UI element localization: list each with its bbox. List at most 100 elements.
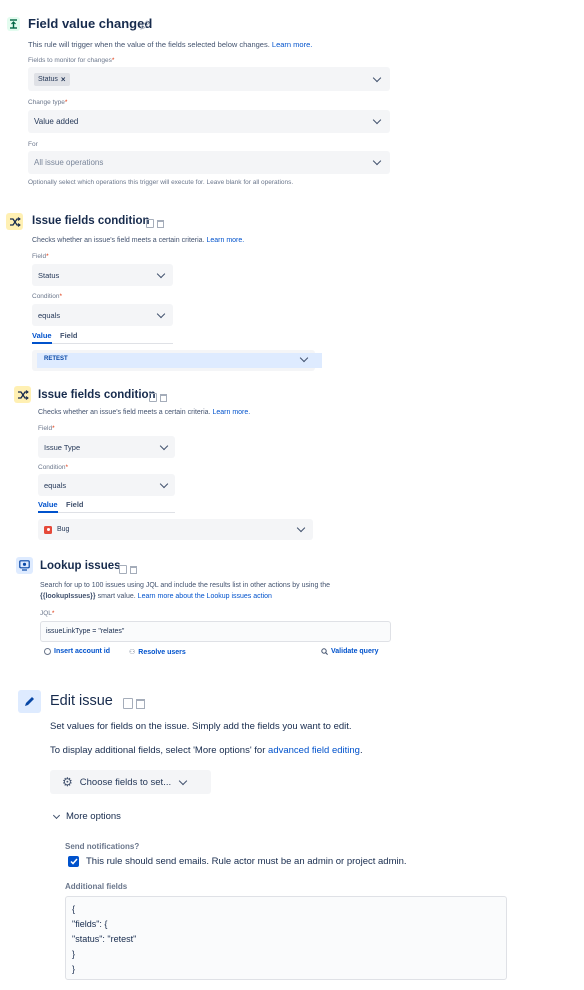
condition2-field-label: Field* (38, 425, 55, 432)
edit-action-icon (18, 690, 41, 713)
resolve-users-label: Resolve users (138, 648, 186, 656)
trash-icon[interactable] (130, 566, 137, 574)
insert-account-id-label: Insert account id (54, 648, 111, 655)
chevron-down-icon (178, 776, 188, 785)
validate-query-label: Validate query (331, 648, 379, 655)
condition1-condition-select[interactable]: equals (32, 304, 173, 326)
condition1-learn-more-link[interactable]: Learn more. (206, 237, 244, 244)
condition1-value-highlight (37, 353, 322, 368)
condition2-description-row: Checks whether an issue's field meets a … (38, 409, 250, 416)
condition2-description: Checks whether an issue's field meets a … (38, 409, 211, 416)
advanced-field-editing-link[interactable]: advanced field editing (268, 745, 360, 756)
search-icon (321, 648, 328, 655)
insert-account-id-button[interactable]: Insert account id (44, 648, 110, 655)
condition1-field-label: Field* (32, 253, 49, 260)
trash-icon[interactable] (160, 394, 167, 402)
more-options-toggle[interactable]: More options (52, 811, 121, 822)
copy-icon[interactable] (123, 698, 133, 709)
json-line: "status": "retest" (72, 934, 137, 944)
edit-description-2-suffix: . (359, 745, 363, 756)
condition-icon (14, 386, 31, 403)
status-chip-label: Status (38, 75, 58, 83)
additional-fields-label: Additional fields (65, 882, 128, 891)
condition2-title: Issue fields condition (38, 389, 156, 401)
fields-to-monitor-select[interactable]: Status × (28, 67, 390, 91)
condition1-condition-label: Condition* (32, 293, 62, 300)
choose-fields-label: Choose fields to set... (79, 776, 172, 788)
send-notifications-label: Send notifications? (65, 842, 140, 851)
resolve-users-button[interactable]: ⚇ Resolve users (129, 648, 186, 657)
condition2-condition-value: equals (44, 480, 67, 490)
copy-icon[interactable] (119, 565, 127, 574)
chevron-down-icon (159, 441, 169, 450)
condition1-description: Checks whether an issue's field meets a … (32, 237, 205, 244)
remove-chip-icon[interactable]: × (61, 75, 66, 84)
for-placeholder: All issue operations (34, 158, 104, 167)
lookup-description-line1: Search for up to 100 issues using JQL an… (40, 582, 331, 589)
gear-icon: ⚙ (62, 775, 73, 789)
trigger-title: Field value changed (28, 16, 153, 31)
copy-icon[interactable] (146, 219, 154, 228)
trigger-learn-more-link[interactable]: Learn more. (272, 40, 312, 49)
lookup-actions (116, 561, 137, 579)
condition2-field-select[interactable]: Issue Type (38, 436, 175, 458)
for-select[interactable]: All issue operations (28, 151, 390, 174)
tab-field[interactable]: Field (66, 500, 84, 509)
smart-value-token: {{lookupIssues}} (40, 593, 96, 600)
edit-actions (120, 696, 145, 714)
condition2-condition-label: Condition* (38, 464, 68, 471)
copy-icon[interactable] (149, 393, 157, 402)
additional-fields-textarea[interactable]: { "fields": { "status": "retest" } } (65, 896, 507, 980)
validate-query-button[interactable]: Validate query (321, 648, 378, 655)
jql-value: issueLinkType = "relates" (46, 628, 125, 635)
lookup-title: Lookup issues (40, 560, 121, 572)
trigger-icon (7, 17, 20, 31)
chevron-down-icon (156, 269, 166, 278)
condition2-learn-more-link[interactable]: Learn more. (212, 409, 250, 416)
change-type-label: Change type* (28, 99, 68, 106)
chevron-down-icon (296, 523, 306, 533)
tab-field[interactable]: Field (60, 331, 78, 340)
condition1-tabs: Value Field (32, 331, 173, 344)
lookup-description-tail: smart value. (97, 593, 136, 600)
trash-icon[interactable] (157, 220, 164, 228)
condition1-field-select[interactable]: Status (32, 264, 173, 286)
edit-pencil-icon[interactable] (140, 17, 150, 35)
trigger-description: This rule will trigger when the value of… (28, 40, 270, 49)
jql-input[interactable]: issueLinkType = "relates" (40, 621, 391, 642)
edit-description-1: Set values for fields on the issue. Simp… (50, 721, 352, 732)
json-line: { (72, 904, 76, 914)
condition1-condition-value: equals (38, 310, 61, 320)
condition1-title: Issue fields condition (32, 215, 150, 227)
chevron-down-icon (372, 73, 382, 82)
for-hint: Optionally select which operations this … (28, 179, 294, 186)
condition2-actions (146, 389, 167, 407)
condition1-value-select[interactable]: RETEST (32, 350, 322, 371)
jql-label: JQL* (40, 610, 55, 617)
condition-icon (6, 213, 23, 230)
lookup-icon (16, 557, 33, 574)
send-notifications-checkbox[interactable] (68, 856, 79, 867)
change-type-select[interactable]: Value added (28, 110, 390, 133)
condition2-field-value: Issue Type (44, 442, 81, 452)
chevron-down-icon (52, 811, 61, 819)
json-line: "fields": { (72, 919, 108, 929)
users-icon: ⚇ (129, 649, 136, 656)
choose-fields-button[interactable]: ⚙ Choose fields to set... (50, 770, 211, 794)
condition2-condition-select[interactable]: equals (38, 474, 175, 496)
trash-icon[interactable] (136, 699, 145, 709)
for-label: For (28, 141, 38, 148)
lookup-learn-more-link[interactable]: Learn more about the Lookup issues actio… (138, 593, 272, 600)
tab-value[interactable]: Value (32, 331, 52, 344)
condition1-description-row: Checks whether an issue's field meets a … (32, 237, 244, 244)
status-chip: Status × (34, 72, 70, 86)
condition2-value-select[interactable]: Bug (38, 519, 313, 540)
condition1-value: RETEST (44, 356, 68, 362)
bug-icon (44, 525, 52, 534)
condition2-value: Bug (57, 526, 70, 533)
edit-description-2-prefix: To display additional fields, select 'Mo… (50, 745, 266, 756)
condition1-actions (143, 215, 164, 233)
edit-title: Edit issue (50, 693, 113, 709)
tab-value[interactable]: Value (38, 500, 58, 513)
json-line: } (72, 964, 76, 974)
